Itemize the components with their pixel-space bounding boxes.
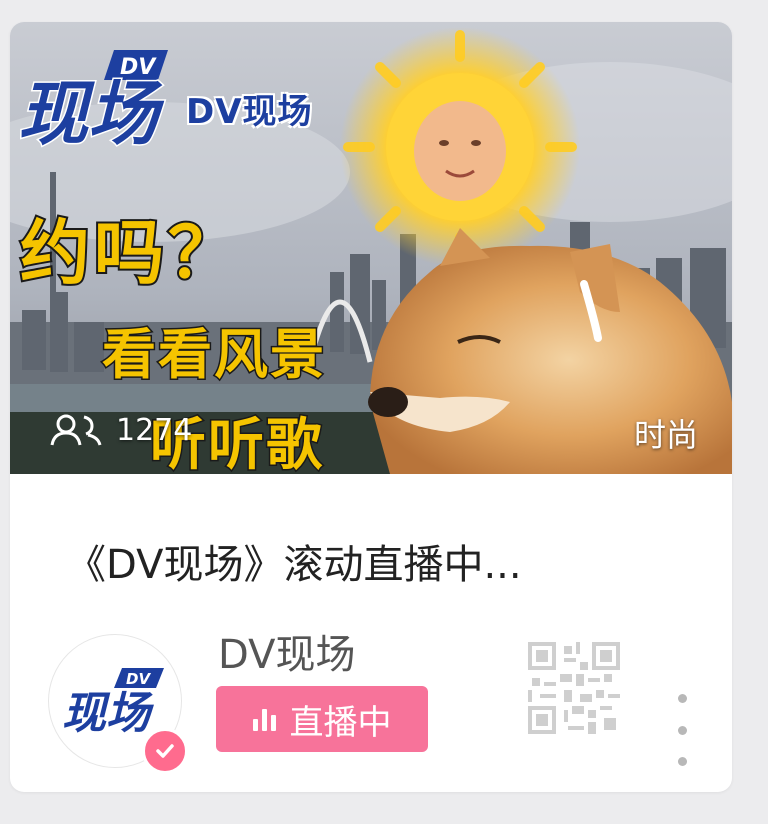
svg-text:DV: DV: [126, 670, 151, 688]
thumbnail-overlay-line2: 看看风景: [101, 322, 326, 388]
live-status-label: 直播中: [289, 702, 392, 743]
channel-name[interactable]: DV现场: [218, 622, 355, 680]
category-label: 时尚: [633, 416, 698, 454]
viewer-count-value: 1274: [116, 412, 193, 448]
live-bars-icon: [252, 707, 280, 731]
live-status-badge[interactable]: 直播中: [216, 686, 428, 752]
verified-badge: [142, 728, 188, 774]
people-icon: [50, 414, 102, 446]
svg-text:现场: 现场: [18, 73, 165, 155]
qr-code-icon[interactable]: [528, 642, 620, 734]
live-stream-card[interactable]: DV 现场 DV现场 约吗？ 看看风景 听听歌 1274 时尚 《DV现场》滚动…: [10, 22, 732, 792]
thumbnail-overlay-line1: 约吗？: [18, 210, 242, 296]
thumbnail-logo-word: DV现场: [186, 92, 313, 132]
viewer-count: 1274: [50, 410, 192, 450]
channel-logo: DV 现场: [62, 668, 164, 736]
checkmark-icon: [156, 744, 174, 758]
svg-text:现场: 现场: [62, 688, 154, 736]
more-vertical-icon-dot: [677, 757, 687, 766]
more-options-button[interactable]: [670, 694, 694, 766]
stream-title[interactable]: 《DV现场》滚动直播中...: [66, 532, 706, 590]
more-vertical-icon-dot: [677, 694, 687, 703]
more-vertical-icon-dot: [677, 725, 687, 735]
stream-thumbnail[interactable]: DV 现场 DV现场 约吗？ 看看风景 听听歌 1274 时尚: [10, 22, 732, 474]
